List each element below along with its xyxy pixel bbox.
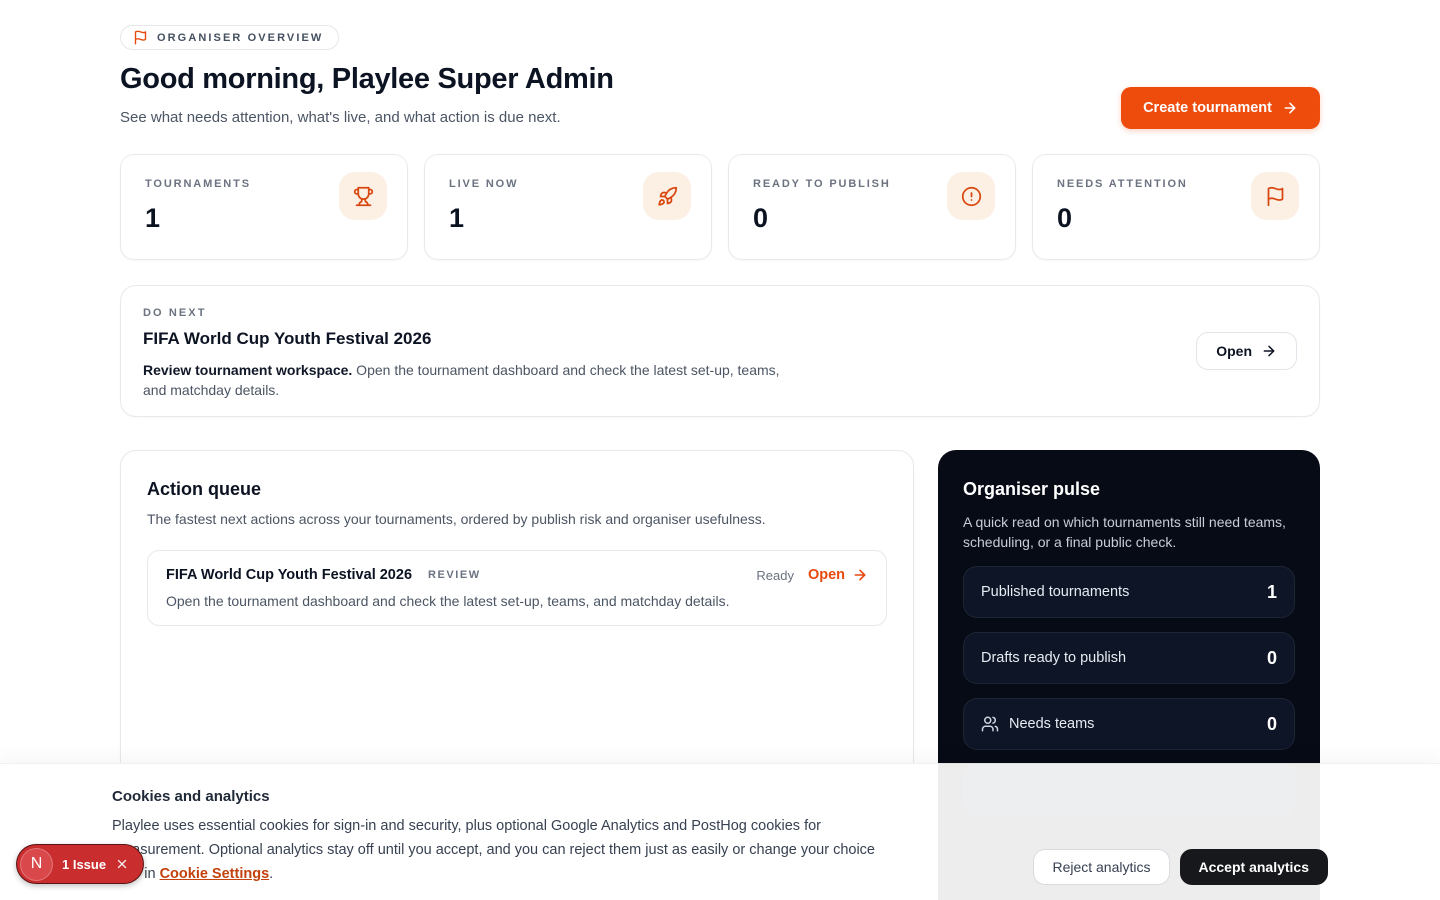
organiser-pulse-title: Organiser pulse: [963, 479, 1295, 500]
do-next-eyebrow: DO NEXT: [143, 307, 1297, 319]
pulse-row-label: Needs teams: [1009, 716, 1094, 732]
stat-card-live-now: LIVE NOW 1: [424, 154, 712, 260]
do-next-open-button[interactable]: Open: [1196, 332, 1297, 370]
queue-item-open-link[interactable]: Open: [808, 567, 868, 583]
pulse-row-published: Published tournaments 1: [963, 566, 1295, 618]
queue-item-title: FIFA World Cup Youth Festival 2026: [166, 567, 412, 583]
dev-issues-badge[interactable]: N 1 Issue: [16, 844, 144, 884]
page-subtitle: See what needs attention, what's live, a…: [120, 109, 561, 126]
stat-card-tournaments: TOURNAMENTS 1: [120, 154, 408, 260]
pulse-row-label: Published tournaments: [981, 584, 1129, 600]
reject-analytics-button[interactable]: Reject analytics: [1033, 849, 1169, 885]
do-next-description: Review tournament workspace. Open the to…: [143, 360, 803, 400]
do-next-title: FIFA World Cup Youth Festival 2026: [143, 329, 1297, 349]
arrow-right-icon: [1282, 100, 1298, 116]
pulse-row-value: 0: [1267, 714, 1277, 735]
close-icon[interactable]: [115, 857, 129, 871]
arrow-right-icon: [852, 567, 868, 583]
alert-circle-icon: [947, 172, 995, 220]
users-icon: [981, 715, 999, 733]
do-next-action-bold: Review tournament workspace.: [143, 362, 352, 378]
pulse-row-needs-teams: Needs teams 0: [963, 698, 1295, 750]
queue-item: FIFA World Cup Youth Festival 2026 REVIE…: [147, 550, 887, 626]
arrow-right-icon: [1261, 343, 1277, 359]
pulse-row-label: Drafts ready to publish: [981, 650, 1126, 666]
do-next-card: DO NEXT FIFA World Cup Youth Festival 20…: [120, 285, 1320, 417]
cookie-banner: Cookies and analytics Playlee uses essen…: [0, 763, 1440, 900]
overview-badge: ORGANISER OVERVIEW: [120, 25, 339, 50]
action-queue-title: Action queue: [147, 479, 887, 500]
flag-icon: [1251, 172, 1299, 220]
stat-card-needs-attention: NEEDS ATTENTION 0: [1032, 154, 1320, 260]
organiser-pulse-description: A quick read on which tournaments still …: [963, 512, 1293, 552]
queue-open-label: Open: [808, 567, 845, 583]
action-queue-description: The fastest next actions across your tou…: [147, 511, 887, 527]
pulse-row-value: 0: [1267, 648, 1277, 669]
overview-badge-label: ORGANISER OVERVIEW: [157, 32, 323, 44]
cookie-body-suffix: .: [269, 866, 273, 882]
pulse-row-drafts: Drafts ready to publish 0: [963, 632, 1295, 684]
issue-count-label: 1 Issue: [62, 857, 106, 872]
queue-item-header: FIFA World Cup Youth Festival 2026 REVIE…: [166, 567, 868, 583]
queue-item-tag: REVIEW: [428, 569, 481, 581]
cookie-settings-link[interactable]: Cookie Settings: [160, 866, 270, 882]
cookie-banner-title: Cookies and analytics: [112, 788, 1328, 805]
queue-item-status: Ready: [756, 568, 794, 583]
accept-analytics-button[interactable]: Accept analytics: [1180, 849, 1329, 885]
open-button-label: Open: [1216, 343, 1252, 359]
create-tournament-button[interactable]: Create tournament: [1121, 87, 1320, 129]
create-tournament-label: Create tournament: [1143, 100, 1272, 116]
queue-item-right: Ready Open: [756, 567, 868, 583]
flag-icon: [133, 30, 148, 45]
queue-item-description: Open the tournament dashboard and check …: [166, 593, 868, 609]
rocket-icon: [643, 172, 691, 220]
organiser-overview-page: ORGANISER OVERVIEW Good morning, Playlee…: [0, 0, 1440, 900]
stat-card-ready-to-publish: READY TO PUBLISH 0: [728, 154, 1016, 260]
pulse-row-value: 1: [1267, 582, 1277, 603]
cookie-banner-body: Playlee uses essential cookies for sign-…: [112, 814, 892, 886]
cookie-banner-actions: Reject analytics Accept analytics: [1033, 849, 1328, 885]
nextjs-logo[interactable]: N: [20, 848, 53, 881]
stats-row: TOURNAMENTS 1 LIVE NOW 1 READY TO PUBLIS…: [120, 154, 1320, 260]
trophy-icon: [339, 172, 387, 220]
page-title: Good morning, Playlee Super Admin: [120, 63, 614, 96]
